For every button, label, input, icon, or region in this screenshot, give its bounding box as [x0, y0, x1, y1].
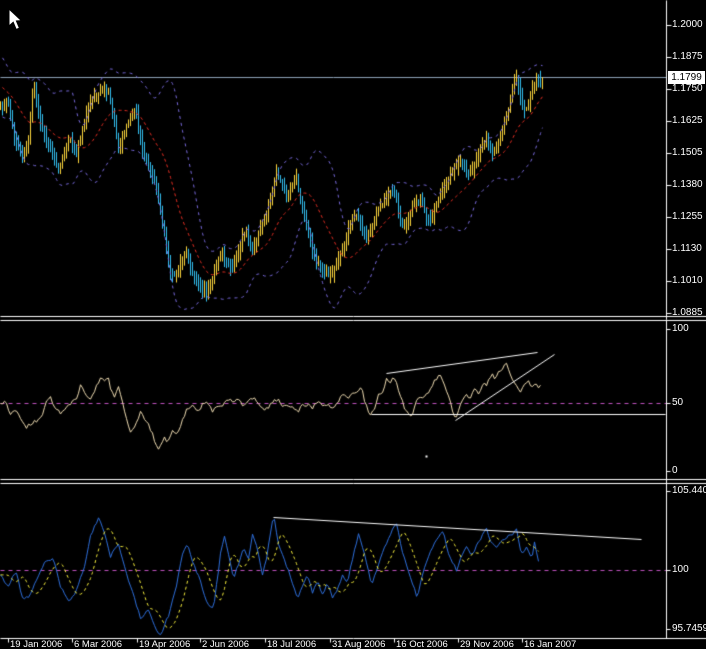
price-axis-label: 1.1505 [672, 148, 703, 158]
time-axis-label: 16 Jan 2007 [524, 640, 576, 649]
time-axis-label: 19 Apr 2006 [139, 640, 190, 649]
oscillator1-axis-label: 0 [672, 466, 678, 476]
mt4-chart-window: 1.2000 1.1875 1.1750 1.1625 1.1505 1.1380 1.12… [0, 0, 706, 649]
price-axis-label: 1.1875 [672, 52, 703, 62]
price-axis-label: 1.1010 [672, 276, 703, 286]
time-axis-label: 18 Jul 2006 [267, 640, 316, 649]
oscillator1-axis-label: 100 [672, 324, 689, 334]
time-axis-label: 2 Jun 2006 [202, 640, 249, 649]
price-axis-label: 1.0885 [672, 308, 703, 318]
current-price-value: 1.1799 [671, 72, 702, 83]
time-axis-label: 31 Aug 2006 [332, 640, 385, 649]
price-axis-label: 1.1380 [672, 180, 703, 190]
oscillator2-axis-label: 105.4402 [672, 486, 706, 496]
oscillator2-axis-label: 95.7459 [672, 624, 706, 634]
price-axis-label: 1.1255 [672, 212, 703, 222]
time-axis-label: 16 Oct 2006 [396, 640, 448, 649]
time-axis-label: 29 Nov 2006 [460, 640, 514, 649]
price-axis-label: 1.1750 [672, 84, 703, 94]
time-axis-label: 6 Mar 2006 [74, 640, 122, 649]
oscillator1-axis-label: 50 [672, 398, 683, 408]
oscillator2-axis-label: 100 [672, 565, 689, 575]
mouse-cursor-icon [8, 8, 24, 32]
time-axis-label: 19 Jan 2006 [10, 640, 62, 649]
price-axis-label: 1.1130 [672, 244, 702, 254]
current-price-box: 1.1799 [668, 71, 705, 84]
price-chart-canvas[interactable] [0, 0, 706, 649]
price-axis-label: 1.2000 [672, 20, 703, 30]
price-axis-label: 1.1625 [672, 116, 703, 126]
